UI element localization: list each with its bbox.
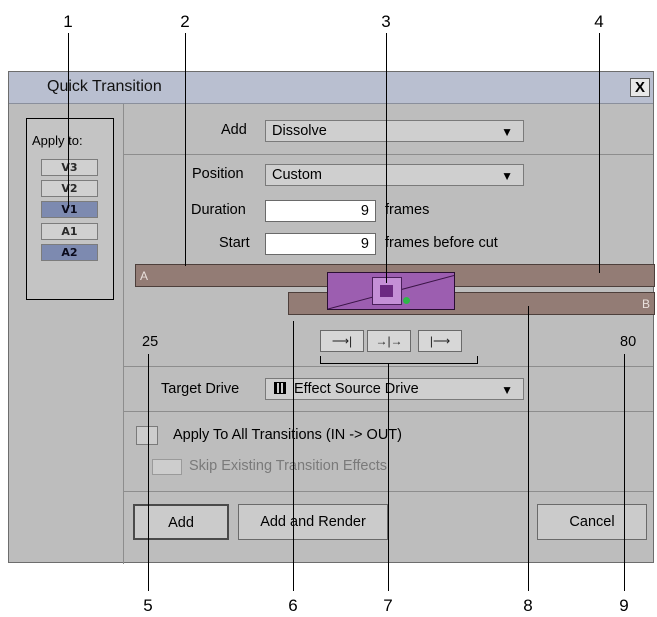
leader-8 <box>528 306 530 591</box>
track-button-v2[interactable]: V2 <box>41 180 98 197</box>
callout-5: 5 <box>143 596 153 615</box>
add-effect-dropdown[interactable]: Dissolve ▼ <box>265 120 524 142</box>
add-label: Add <box>221 122 247 138</box>
transition-effect-bar[interactable] <box>327 272 455 310</box>
track-button-v3[interactable]: V3 <box>41 159 98 176</box>
callout-6: 6 <box>288 596 298 615</box>
apply-to-all-checkbox[interactable] <box>136 426 158 445</box>
alignment-bracket <box>320 356 478 364</box>
center-on-cut-button[interactable]: →|→ <box>367 330 411 352</box>
skip-existing-checkbox[interactable] <box>152 459 182 475</box>
right-handle-frames: 80 <box>620 334 637 350</box>
duration-label: Duration <box>191 202 246 218</box>
leader-5 <box>148 354 150 591</box>
apply-to-box: Apply to: V3 V2 V1 A1 A2 <box>26 118 114 300</box>
apply-to-panel: Apply to: V3 V2 V1 A1 A2 <box>9 104 124 564</box>
chevron-down-icon: ▼ <box>501 169 513 183</box>
start-unit: frames before cut <box>385 235 498 251</box>
leader-6 <box>293 321 295 591</box>
skip-existing-label: Skip Existing Transition Effects <box>189 458 387 474</box>
duration-unit: frames <box>385 202 430 218</box>
align-end-at-cut-button[interactable]: ⟶| <box>320 330 364 352</box>
dissolve-icon <box>380 285 393 297</box>
callout-7: 7 <box>383 596 393 615</box>
callout-4: 4 <box>594 12 604 31</box>
callout-3: 3 <box>381 12 391 31</box>
quick-transition-dialog: Quick Transition X Apply to: V3 V2 V1 A1… <box>8 71 655 564</box>
add-and-render-button[interactable]: Add and Render <box>238 504 388 540</box>
callout-2: 2 <box>180 12 190 31</box>
callout-8: 8 <box>523 596 533 615</box>
leader-1 <box>68 33 70 208</box>
end-at-cut-icon: ⟶| <box>331 334 353 348</box>
track-button-v1[interactable]: V1 <box>41 201 98 218</box>
position-dropdown[interactable]: Custom ▼ <box>265 164 524 186</box>
duration-field[interactable]: 9 <box>265 200 376 222</box>
drive-icon <box>274 382 286 394</box>
center-on-cut-icon: →|→ <box>375 334 403 348</box>
title-bar[interactable]: Quick Transition X <box>9 72 653 104</box>
leader-7 <box>388 363 390 591</box>
leader-3 <box>386 33 388 283</box>
start-label: Start <box>219 235 250 251</box>
apply-to-all-label: Apply To All Transitions (IN -> OUT) <box>173 427 402 443</box>
dialog-title: Quick Transition <box>47 78 162 95</box>
target-drive-dropdown[interactable]: Effect Source Drive ▼ <box>265 378 524 400</box>
start-field[interactable]: 9 <box>265 233 376 255</box>
chevron-down-icon: ▼ <box>501 125 513 139</box>
cut-point-marker <box>403 297 410 304</box>
add-effect-value: Dissolve <box>272 123 327 139</box>
leader-2 <box>185 33 187 266</box>
start-at-cut-button[interactable]: |⟶ <box>418 330 462 352</box>
left-handle-frames: 25 <box>142 334 159 350</box>
position-label: Position <box>192 166 244 182</box>
start-at-cut-icon: |⟶ <box>429 334 451 348</box>
leader-9 <box>624 354 626 591</box>
track-button-a2[interactable]: A2 <box>41 244 98 261</box>
clip-a-label: A <box>140 269 149 283</box>
chevron-down-icon: ▼ <box>501 383 513 397</box>
close-button[interactable]: X <box>630 78 650 97</box>
position-value: Custom <box>272 167 322 183</box>
callout-1: 1 <box>63 12 73 31</box>
target-drive-value: Effect Source Drive <box>294 381 419 397</box>
target-drive-label: Target Drive <box>161 381 240 397</box>
callout-9: 9 <box>619 596 629 615</box>
track-button-a1[interactable]: A1 <box>41 223 98 240</box>
apply-to-label: Apply to: <box>32 133 83 148</box>
cancel-button[interactable]: Cancel <box>537 504 647 540</box>
leader-4 <box>599 33 601 273</box>
clip-b-label: B <box>641 297 650 311</box>
